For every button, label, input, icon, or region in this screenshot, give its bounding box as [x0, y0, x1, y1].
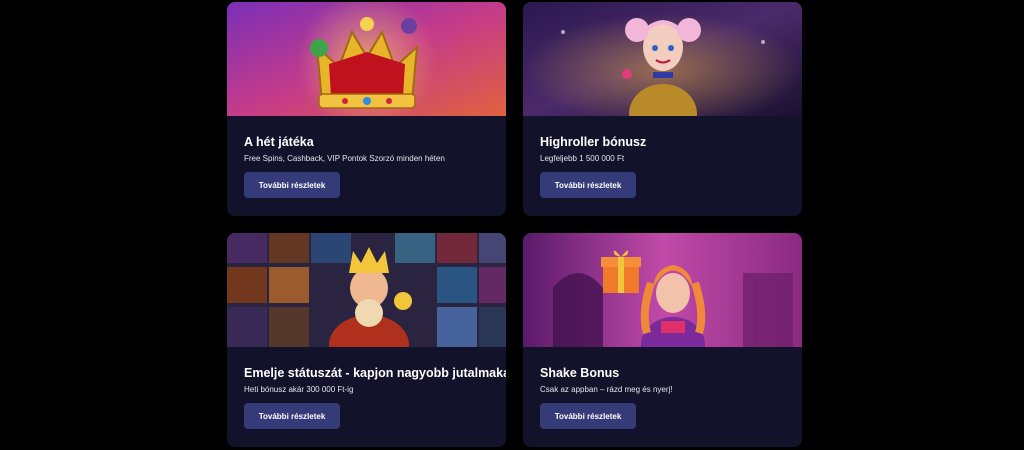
promo-subtitle: Free Spins, Cashback, VIP Pontok Szorzó …: [244, 154, 445, 163]
promo-subtitle: Heti bónusz akár 300 000 Ft-ig: [244, 385, 354, 394]
promo-card-highroller[interactable]: Highroller bónusz Legfeljebb 1 500 000 F…: [523, 2, 802, 216]
promo-banner-image: [227, 2, 506, 116]
promo-title: Emelje státuszát - kapjon nagyobb jutalm…: [244, 366, 506, 380]
promo-subtitle: Legfeljebb 1 500 000 Ft: [540, 154, 625, 163]
promo-banner-image: [523, 233, 802, 347]
promo-banner-image: [523, 2, 802, 116]
promo-card-shake-bonus[interactable]: Shake Bonus Csak az appban – rázd meg és…: [523, 233, 802, 447]
more-details-button[interactable]: További részletek: [244, 403, 340, 429]
promo-banner-image: [227, 233, 506, 347]
promo-title: Highroller bónusz: [540, 135, 647, 149]
promo-subtitle: Csak az appban – rázd meg és nyerj!: [540, 385, 673, 394]
more-details-button[interactable]: További részletek: [540, 403, 636, 429]
promo-title: Shake Bonus: [540, 366, 620, 380]
promo-card-status[interactable]: Emelje státuszát - kapjon nagyobb jutalm…: [227, 233, 506, 447]
promo-title: A hét játéka: [244, 135, 314, 149]
more-details-button[interactable]: További részletek: [540, 172, 636, 198]
more-details-button[interactable]: További részletek: [244, 172, 340, 198]
promo-card-weekly-game[interactable]: A hét játéka Free Spins, Cashback, VIP P…: [227, 2, 506, 216]
